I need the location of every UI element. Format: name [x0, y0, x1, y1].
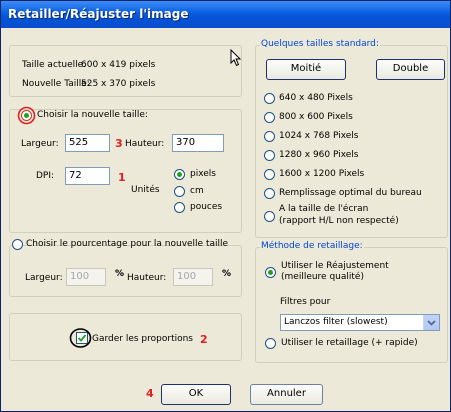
size-info-group	[9, 45, 242, 97]
percent-height-input[interactable]: 100	[173, 268, 213, 286]
resize-method-legend: Méthode de retaillage:	[260, 241, 364, 251]
new-size-label: Nouvelle Taille:	[22, 79, 90, 89]
label-800x600: 800 x 600 Pixels	[279, 112, 353, 122]
ok-button[interactable]: OK	[161, 384, 231, 405]
mouse-cursor-icon	[230, 49, 242, 67]
label-screen-size-note: (rapport H/L non respecté)	[279, 216, 399, 226]
marker-3: 3	[115, 137, 123, 150]
label-1600x1200: 1600 x 1200 Pixels	[279, 169, 365, 179]
label-1280x960: 1280 x 960 Pixels	[279, 150, 359, 160]
radio-800x600[interactable]	[264, 112, 275, 123]
radio-1280x960[interactable]	[264, 150, 275, 161]
unit-pixels-label: pixels	[190, 169, 216, 179]
unit-pouces-label: pouces	[190, 202, 223, 212]
fast-resize-label: Utiliser le retaillage (+ rapide)	[281, 338, 418, 348]
percent-width-input[interactable]: 100	[66, 268, 106, 286]
label-640x480: 640 x 480 Pixels	[279, 93, 353, 103]
new-size-value: 525 x 370 pixels	[81, 79, 156, 89]
height-label: Hauteur:	[125, 139, 165, 149]
marker-1: 1	[118, 171, 126, 184]
current-size-label: Taille actuelle:	[22, 60, 87, 70]
width-label: Largeur:	[21, 139, 59, 149]
unit-cm-label: cm	[190, 186, 204, 196]
height-input[interactable]: 370	[172, 134, 224, 152]
current-size-value: 600 x 419 pixels	[81, 60, 156, 70]
choose-new-size-label: Choisir la nouvelle taille:	[37, 110, 148, 120]
resample-label-line2: (meilleure qualité)	[281, 272, 364, 282]
marker-4: 4	[146, 387, 154, 400]
dpi-label: DPI:	[36, 171, 55, 181]
radio-fast-resize[interactable]	[265, 338, 276, 349]
width-input[interactable]: 525	[65, 134, 110, 152]
keep-proportions-label: Garder les proportions	[92, 334, 193, 344]
filters-label: Filtres pour	[280, 297, 331, 307]
annotation-circle-icon	[17, 106, 36, 125]
cancel-button[interactable]: Annuler	[250, 384, 323, 405]
radio-1600x1200[interactable]	[264, 169, 275, 180]
label-1024x768: 1024 x 768 Pixels	[279, 131, 359, 141]
percent-width-sign: %	[115, 269, 125, 279]
chevron-down-icon[interactable]	[423, 315, 439, 330]
double-size-button[interactable]: Double	[376, 59, 445, 80]
filter-select[interactable]: Lanczos filter (slowest)	[280, 314, 440, 331]
radio-1024x768[interactable]	[264, 131, 275, 142]
radio-unit-pouces[interactable]	[174, 202, 185, 213]
marker-2: 2	[200, 333, 208, 346]
radio-640x480[interactable]	[264, 93, 275, 104]
dpi-input[interactable]: 72	[65, 167, 110, 185]
percent-width-label: Largeur:	[25, 273, 63, 283]
choose-percent-label: Choisir le pourcentage pour la nouvelle …	[26, 239, 229, 249]
units-label: Unités	[131, 185, 160, 195]
resize-dialog: Retailler/Réajuster l'image Taille actue…	[0, 0, 451, 412]
resample-label-line1: Utiliser le Réajustement	[281, 261, 389, 271]
annotation-circle-checkbox-icon	[69, 328, 92, 348]
radio-choose-percent[interactable]	[12, 239, 23, 250]
radio-unit-cm[interactable]	[174, 186, 185, 197]
percent-height-label: Hauteur:	[127, 273, 167, 283]
half-size-button[interactable]: Moitié	[266, 59, 346, 80]
radio-unit-pixels[interactable]	[174, 169, 185, 180]
radio-resample[interactable]	[265, 267, 276, 278]
label-screen-size: A la taille de l'écran	[279, 204, 369, 214]
radio-screen-size[interactable]	[264, 211, 275, 222]
filter-select-value: Lanczos filter (slowest)	[284, 317, 388, 327]
dialog-title: Retailler/Réajuster l'image	[1, 1, 450, 28]
label-desktop-fit: Remplissage optimal du bureau	[279, 188, 422, 198]
standard-sizes-legend: Quelques tailles standard:	[260, 39, 380, 49]
percent-height-sign: %	[222, 269, 232, 279]
radio-desktop-fit[interactable]	[264, 188, 275, 199]
